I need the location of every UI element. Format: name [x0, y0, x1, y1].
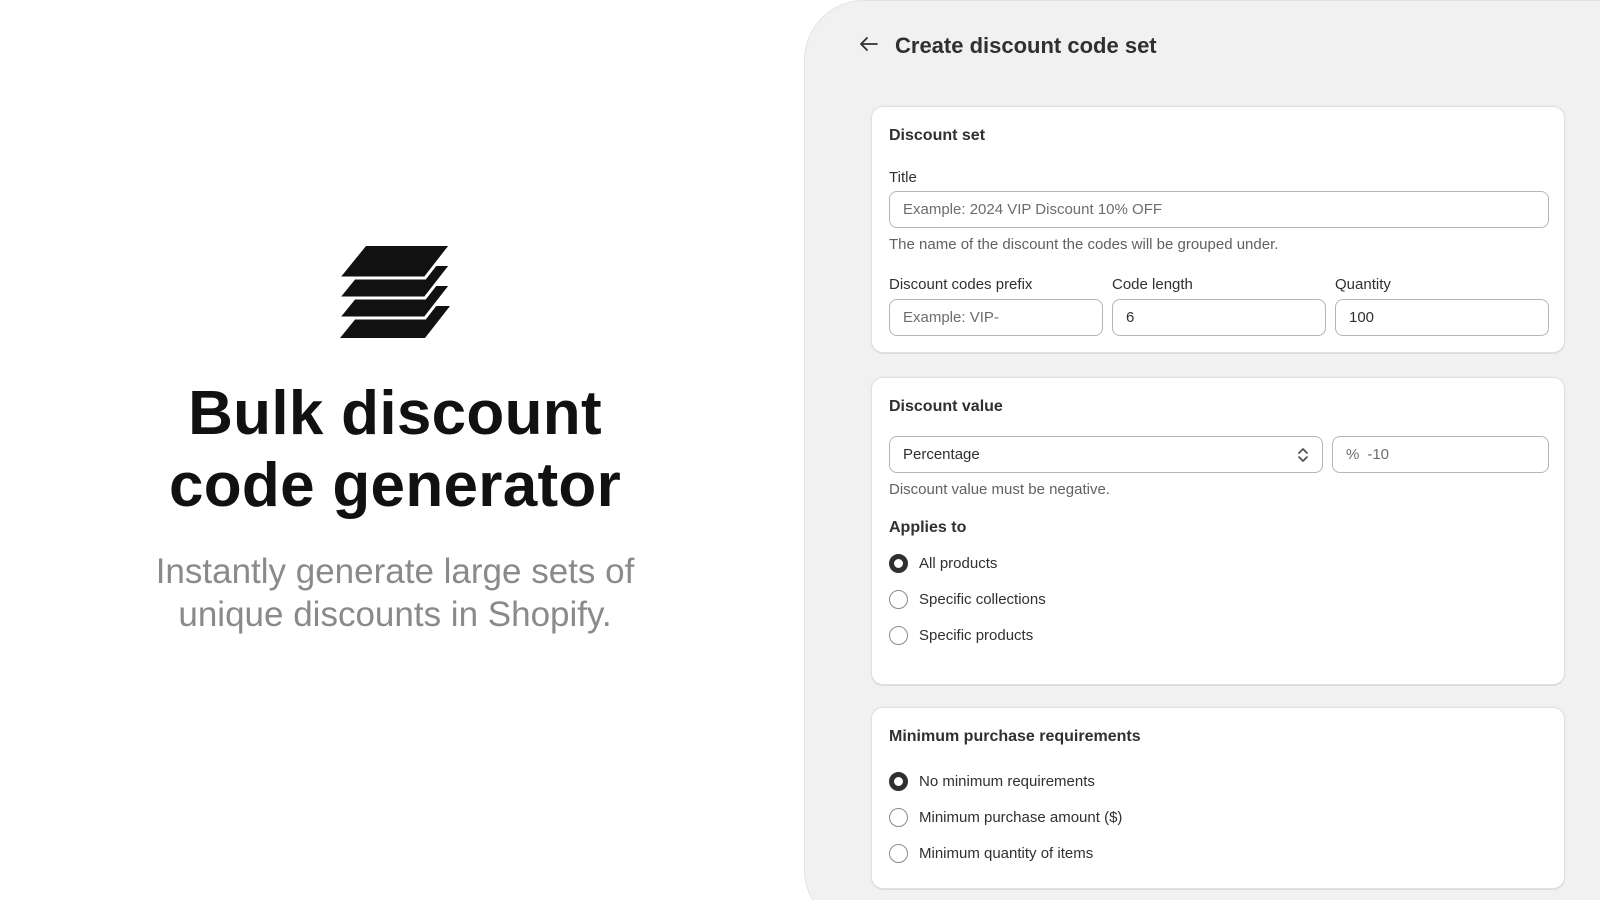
page: Bulk discount code generator Instantly g…	[0, 0, 1600, 900]
radio-button[interactable]	[889, 590, 908, 609]
prefix-field[interactable]	[889, 299, 1103, 336]
code-length-label: Code length	[1112, 276, 1193, 293]
hero-title: Bulk discount code generator	[0, 378, 790, 522]
percent-prefix: %	[1346, 446, 1360, 463]
radio-no-minimum[interactable]: No minimum requirements	[889, 772, 1095, 791]
quantity-input[interactable]	[1349, 309, 1535, 326]
radio-minimum-amount[interactable]: Minimum purchase amount ($)	[889, 808, 1122, 827]
radio-label: No minimum requirements	[919, 773, 1095, 790]
quantity-label: Quantity	[1335, 276, 1391, 293]
prefix-label: Discount codes prefix	[889, 276, 1033, 293]
quantity-field[interactable]	[1335, 299, 1549, 336]
title-help-text: The name of the discount the codes will …	[889, 236, 1279, 253]
prefix-input[interactable]	[903, 309, 1089, 326]
page-title: Create discount code set	[895, 33, 1157, 58]
radio-button[interactable]	[889, 772, 908, 791]
radio-label: Minimum quantity of items	[919, 845, 1094, 862]
radio-specific-products[interactable]: Specific products	[889, 626, 1033, 645]
radio-button[interactable]	[889, 626, 908, 645]
discount-value-card: Discount value Percentage % Discount val…	[871, 377, 1565, 685]
radio-button[interactable]	[889, 554, 908, 573]
radio-button[interactable]	[889, 808, 908, 827]
discount-type-select[interactable]: Percentage	[889, 436, 1323, 473]
radio-button[interactable]	[889, 844, 908, 863]
hero-title-line2: code generator	[168, 451, 622, 520]
radio-label: All products	[919, 555, 998, 572]
radio-label: Specific products	[919, 627, 1034, 644]
discount-value-input[interactable]	[1367, 446, 1535, 463]
code-length-field[interactable]	[1112, 299, 1326, 336]
discount-set-card: Discount set Title The name of the disco…	[871, 106, 1565, 353]
hero-subtitle: Instantly generate large sets of unique …	[0, 550, 790, 636]
radio-label: Specific collections	[919, 591, 1046, 608]
minimum-requirements-heading: Minimum purchase requirements	[889, 728, 1141, 745]
radio-minimum-quantity[interactable]: Minimum quantity of items	[889, 844, 1093, 863]
radio-specific-collections[interactable]: Specific collections	[889, 590, 1046, 609]
discount-value-help: Discount value must be negative.	[889, 481, 1110, 498]
title-field[interactable]	[889, 191, 1549, 228]
radio-all-products[interactable]: All products	[889, 554, 997, 573]
stacked-layers-icon	[340, 245, 452, 340]
hero-subtitle-line1: Instantly generate large sets of	[155, 552, 635, 591]
hero-title-line1: Bulk discount	[188, 379, 602, 448]
applies-to-heading: Applies to	[889, 519, 967, 536]
select-chevron-icon	[1297, 446, 1309, 464]
hero-section: Bulk discount code generator Instantly g…	[0, 0, 790, 900]
discount-type-value: Percentage	[903, 446, 980, 463]
discount-value-field[interactable]: %	[1332, 436, 1549, 473]
arrow-left-icon	[860, 36, 878, 56]
discount-value-heading: Discount value	[889, 398, 1003, 415]
radio-label: Minimum purchase amount ($)	[919, 809, 1123, 826]
back-button[interactable]	[857, 34, 881, 58]
minimum-requirements-card: Minimum purchase requirements No minimum…	[871, 707, 1565, 889]
code-length-input[interactable]	[1126, 309, 1312, 326]
hero-subtitle-line2: unique discounts in Shopify.	[178, 595, 612, 634]
title-input[interactable]	[903, 201, 1535, 218]
page-header: Create discount code set	[857, 29, 1157, 63]
title-label: Title	[889, 169, 917, 186]
discount-set-heading: Discount set	[889, 127, 986, 144]
app-panel: Create discount code set Discount set Ti…	[804, 0, 1600, 900]
